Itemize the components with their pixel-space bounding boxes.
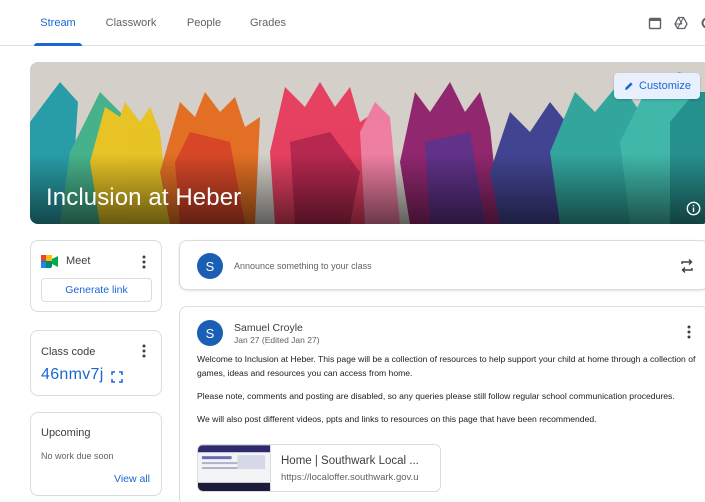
tab-stream[interactable]: Stream	[30, 0, 86, 46]
link-attachment[interactable]: Home | Southwark Local ... https://local…	[197, 444, 441, 492]
drive-icon[interactable]	[674, 16, 688, 30]
announce-input[interactable]: Announce something to your class	[234, 261, 372, 271]
avatar: S	[197, 253, 223, 279]
post-paragraph: Welcome to Inclusion at Heber. This page…	[197, 354, 696, 378]
class-code-more-icon[interactable]	[142, 344, 146, 358]
meet-icon	[41, 255, 58, 268]
tab-grades[interactable]: Grades	[244, 0, 292, 46]
repost-icon[interactable]	[680, 258, 694, 274]
post-date: Jan 27 (Edited Jan 27)	[234, 335, 320, 345]
pencil-icon	[625, 82, 633, 90]
class-code-value: 46nmv7j	[41, 366, 104, 383]
upcoming-card: Upcoming No work due soon View all	[30, 412, 162, 496]
class-code-card: Class code 46nmv7j	[30, 330, 162, 396]
post-card: S Samuel Croyle Jan 27 (Edited Jan 27) W…	[179, 306, 705, 502]
info-icon[interactable]	[686, 201, 701, 216]
post-paragraph: We will also post different videos, ppts…	[197, 414, 597, 424]
tab-classwork-label: Classwork	[105, 17, 157, 29]
tab-stream-label: Stream	[40, 17, 76, 29]
announce-card[interactable]: S Announce something to your class	[179, 240, 705, 290]
class-title: Inclusion at Heber	[46, 184, 242, 211]
top-nav: Stream Classwork People Grades	[0, 0, 705, 46]
tab-grades-label: Grades	[249, 17, 287, 29]
settings-icon[interactable]	[700, 16, 705, 30]
meet-card: Meet Generate link	[30, 240, 162, 312]
attachment-thumbnail	[198, 445, 271, 491]
tab-people-label: People	[186, 17, 222, 29]
meet-more-icon[interactable]	[142, 255, 146, 269]
tab-people[interactable]: People	[180, 0, 228, 46]
upcoming-label: Upcoming	[41, 427, 91, 439]
calendar-icon[interactable]	[648, 16, 662, 30]
fullscreen-icon[interactable]	[111, 371, 123, 383]
meet-label: Meet	[66, 255, 91, 267]
author-avatar: S	[197, 320, 223, 346]
class-code-label: Class code	[41, 346, 96, 358]
upcoming-empty-text: No work due soon	[41, 451, 114, 461]
customize-button[interactable]: Customize	[614, 73, 700, 99]
post-more-icon[interactable]	[687, 325, 691, 339]
generate-link-button[interactable]: Generate link	[41, 278, 152, 302]
post-paragraph: Please note, comments and posting are di…	[197, 391, 675, 401]
attachment-title: Home | Southwark Local ...	[281, 455, 419, 467]
post-body: Welcome to Inclusion at Heber. This page…	[197, 352, 702, 426]
post-author: Samuel Croyle	[234, 322, 303, 334]
tab-classwork[interactable]: Classwork	[100, 0, 162, 46]
view-all-link[interactable]: View all	[114, 473, 150, 485]
customize-label: Customize	[639, 80, 691, 92]
attachment-url: https://localoffer.southwark.gov.u	[281, 472, 419, 483]
